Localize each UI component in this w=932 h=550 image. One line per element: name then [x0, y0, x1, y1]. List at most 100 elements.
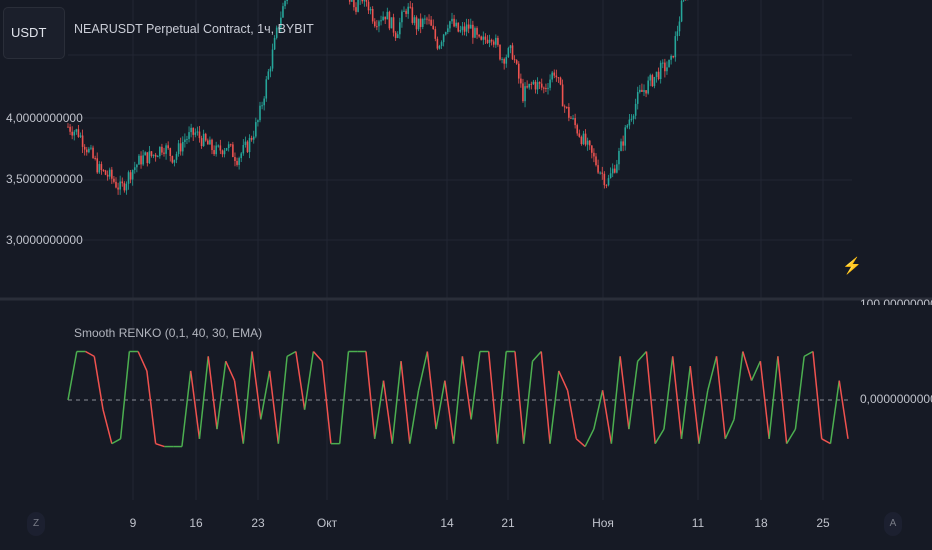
candle: [432, 25, 435, 30]
grid: [68, 0, 852, 500]
currency-button[interactable]: USDT: [3, 7, 65, 59]
candle: [559, 77, 562, 85]
time-tick: 9: [129, 516, 137, 530]
candle: [200, 138, 203, 147]
candle: [144, 152, 147, 156]
candle: [555, 75, 558, 78]
candle: [676, 31, 679, 37]
auto-scale-button[interactable]: A: [884, 512, 902, 536]
candle: [177, 143, 180, 155]
candle: [603, 173, 606, 186]
candle: [369, 8, 372, 11]
candle: [75, 129, 78, 132]
scroll-left-button[interactable]: Z: [27, 512, 45, 536]
candle: [438, 45, 441, 49]
candle: [455, 22, 457, 27]
candle: [152, 154, 155, 156]
price-tick: 3,5000000000: [6, 172, 83, 186]
candle: [100, 164, 103, 171]
indicator-title[interactable]: Smooth RENKO (0,1, 40, 30, EMA): [74, 326, 262, 340]
candle: [492, 41, 495, 45]
candle: [436, 38, 439, 49]
candle: [618, 150, 620, 165]
candle: [88, 148, 90, 153]
candle: [616, 164, 618, 173]
candle: [378, 21, 380, 27]
candle: [204, 133, 207, 141]
candle: [451, 18, 453, 22]
candle: [355, 7, 357, 12]
candle: [215, 145, 217, 155]
oscillator-segment: [461, 356, 472, 420]
candle: [624, 127, 627, 146]
candle: [81, 135, 84, 147]
candle: [595, 156, 597, 166]
candle: [515, 60, 518, 64]
candle: [161, 146, 163, 153]
lightning-icon[interactable]: ⚡: [842, 256, 864, 286]
candle: [634, 103, 637, 116]
candle: [622, 141, 624, 146]
candle: [169, 148, 172, 156]
time-tick: Окт: [316, 516, 338, 530]
candle: [229, 144, 232, 146]
candle: [265, 79, 268, 99]
candle: [407, 6, 409, 14]
candle: [357, 0, 359, 12]
candle: [417, 18, 420, 30]
oscillator-segment: [85, 350, 95, 358]
oscillator-segment: [198, 356, 209, 439]
candle: [282, 6, 284, 18]
candle: [449, 21, 451, 29]
candle: [190, 127, 192, 133]
oscillator-segment: [496, 351, 507, 444]
candle: [611, 168, 614, 174]
osc-tick: 0,0000000000: [860, 392, 932, 406]
time-tick: Ноя: [592, 516, 614, 530]
candle: [390, 17, 393, 29]
candle: [467, 24, 470, 29]
candle: [428, 19, 430, 21]
chart-canvas[interactable]: [0, 0, 932, 550]
symbol-title: NEARUSDT Perpetual Contract, 1ч, BYBIT: [74, 22, 314, 36]
candle: [102, 170, 105, 172]
candle: [568, 107, 570, 118]
oscillator-segment: [102, 409, 113, 444]
candle: [553, 72, 556, 76]
candle: [495, 37, 497, 45]
candle: [628, 119, 631, 126]
candle: [136, 164, 138, 168]
oscillator-segment: [312, 350, 323, 362]
oscillator-segment: [216, 361, 227, 430]
candle: [586, 140, 589, 145]
candle: [599, 172, 601, 174]
candle: [447, 28, 449, 33]
oscillator-segment: [365, 351, 376, 439]
candle: [376, 26, 378, 28]
candle: [405, 10, 407, 14]
candle: [207, 140, 209, 145]
candle: [574, 118, 576, 126]
oscillator-segment: [251, 351, 262, 420]
candle: [138, 155, 140, 165]
candle: [461, 26, 464, 30]
candle: [561, 84, 564, 107]
oscillator-segment: [233, 380, 245, 444]
candle: [643, 90, 645, 92]
candle: [459, 29, 462, 32]
candle: [156, 156, 159, 158]
oscillator-segment: [829, 380, 840, 444]
candle: [273, 37, 276, 50]
time-tick: 21: [501, 516, 515, 530]
candle: [219, 145, 222, 151]
oscillator-segment: [146, 370, 157, 444]
candle: [363, 0, 366, 2]
oscillator-segment: [260, 370, 271, 420]
candle: [509, 45, 512, 49]
candle: [113, 178, 115, 182]
oscillator-segment: [803, 350, 814, 358]
candle: [497, 37, 499, 45]
oscillator-segment: [444, 380, 455, 444]
candle: [238, 158, 240, 165]
oscillator-segment: [619, 356, 630, 430]
